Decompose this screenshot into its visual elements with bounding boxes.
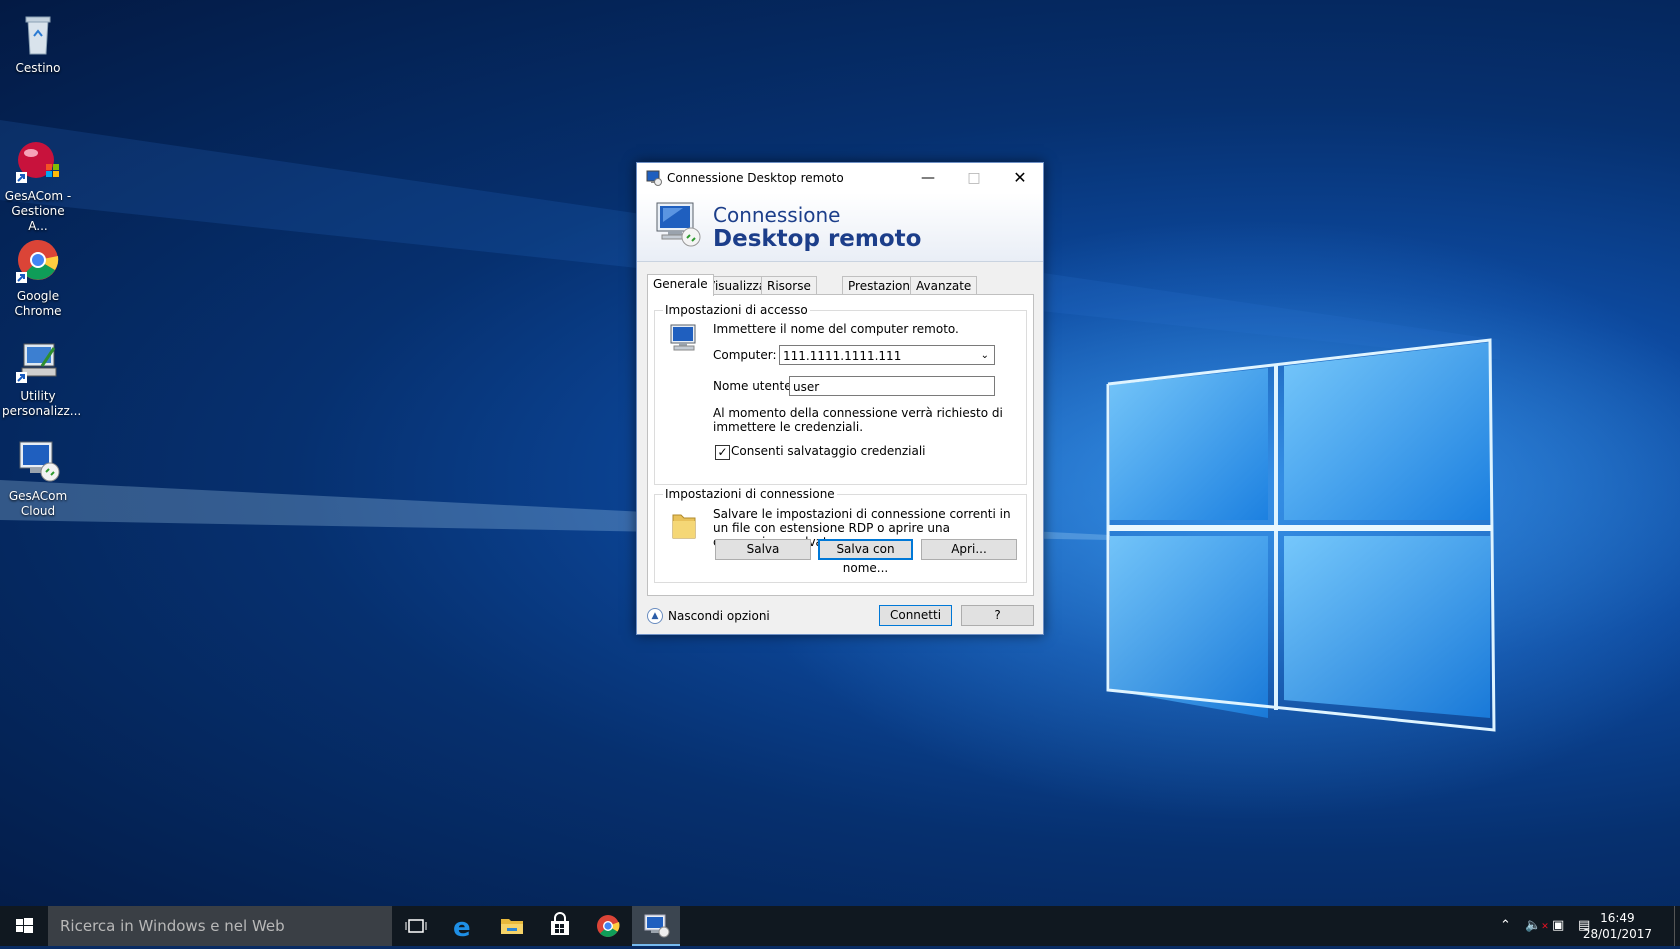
taskbar-search-box[interactable]: Ricerca in Windows e nel Web xyxy=(48,906,392,946)
taskbar-file-explorer[interactable] xyxy=(488,906,536,946)
connect-button[interactable]: Connetti xyxy=(879,605,952,626)
taskbar-edge[interactable]: e xyxy=(440,906,488,946)
hide-options-link[interactable]: Nascondi opzioni xyxy=(668,609,770,623)
volume-muted-icon[interactable]: 🔈✕ xyxy=(1525,918,1549,933)
computer-label: Computer: xyxy=(713,348,777,362)
tab-generale[interactable]: Generale xyxy=(647,274,714,296)
desktop: Cestino GesACom - Gestione A... Google C… xyxy=(0,0,1680,906)
title-bar[interactable]: Connessione Desktop remoto — □ ✕ xyxy=(637,163,1043,193)
taskbar-chrome[interactable] xyxy=(584,906,632,946)
task-view-button[interactable] xyxy=(392,906,440,946)
remote-desktop-icon xyxy=(14,423,62,482)
gesacom-app-icon xyxy=(14,123,62,183)
taskbar-clock[interactable]: 16:49 28/01/2017 xyxy=(1583,910,1652,942)
banner-title-line1: Connessione xyxy=(713,203,841,227)
tab-prestazioni[interactable]: Prestazioni xyxy=(842,276,920,295)
connection-settings-group: Impostazioni di connessione Salvare le i… xyxy=(654,487,1027,583)
show-desktop-button[interactable] xyxy=(1674,906,1680,946)
taskbar-remote-desktop[interactable] xyxy=(632,906,680,946)
help-button[interactable]: ? xyxy=(961,605,1034,626)
save-credentials-label[interactable]: Consenti salvataggio credenziali xyxy=(731,444,926,458)
desktop-icon-label: Cestino xyxy=(15,61,61,75)
access-settings-legend: Impostazioni di accesso xyxy=(663,303,810,317)
utility-icon xyxy=(14,323,62,383)
folder-icon xyxy=(671,509,697,544)
save-button[interactable]: Salva xyxy=(715,539,811,560)
save-credentials-checkbox[interactable]: ✓ xyxy=(715,445,730,460)
connection-settings-legend: Impostazioni di connessione xyxy=(663,487,837,501)
desktop-icon-label: GesACom Cloud xyxy=(8,489,68,518)
file-explorer-icon xyxy=(501,919,523,934)
remote-desktop-dialog: Connessione Desktop remoto — □ ✕ Conness… xyxy=(636,162,1044,635)
desktop-icon-gesacom-cloud[interactable]: GesACom Cloud xyxy=(2,404,74,534)
windows-start-icon xyxy=(16,918,33,933)
remote-desktop-large-icon xyxy=(653,201,703,254)
task-view-icon xyxy=(405,919,427,933)
chrome-icon xyxy=(597,915,620,937)
clock-date: 28/01/2017 xyxy=(1582,927,1652,941)
taskbar: Ricerca in Windows e nel Web e ⌃ 🔈✕ ▣ ▤ … xyxy=(0,906,1680,946)
banner-title-line2: Desktop remoto xyxy=(713,226,922,252)
close-button[interactable]: ✕ xyxy=(997,163,1043,193)
banner: Connessione Desktop remoto xyxy=(637,193,1043,262)
save-as-button[interactable]: Salva con nome... xyxy=(818,539,913,575)
network-icon[interactable]: ▣ xyxy=(1552,918,1564,933)
chevron-up-icon[interactable]: ⌃ xyxy=(1500,918,1511,933)
computer-value: 111.1111.1111.111 xyxy=(783,349,902,363)
access-settings-group: Impostazioni di accesso Immettere il nom… xyxy=(654,303,1027,485)
svg-text:e: e xyxy=(453,913,471,943)
store-icon xyxy=(551,912,569,935)
window-title: Connessione Desktop remoto xyxy=(667,171,844,185)
maximize-button: □ xyxy=(967,170,981,186)
username-field[interactable]: user xyxy=(789,376,995,396)
chevron-down-icon[interactable]: ⌄ xyxy=(981,346,989,366)
open-button[interactable]: Apri... xyxy=(921,539,1017,560)
recycle-bin-icon xyxy=(14,10,62,58)
chevron-up-icon[interactable]: ▲ xyxy=(647,608,663,624)
tab-avanzate[interactable]: Avanzate xyxy=(910,276,978,295)
clock-time: 16:49 xyxy=(1600,911,1635,925)
desktop-icon-recycle-bin[interactable]: Cestino xyxy=(2,6,74,76)
computer-combobox[interactable]: 111.1111.1111.111 ⌄ xyxy=(779,345,995,365)
username-label: Nome utente: xyxy=(713,379,796,393)
computer-icon xyxy=(669,323,701,356)
taskbar-store[interactable] xyxy=(536,906,584,946)
tab-panel-generale: Impostazioni di accesso Immettere il nom… xyxy=(647,294,1034,596)
start-button[interactable] xyxy=(0,906,48,946)
minimize-button[interactable]: — xyxy=(905,163,951,193)
credentials-note: Al momento della connessione verrà richi… xyxy=(713,406,1003,434)
tab-risorse-locali[interactable]: Risorse locali xyxy=(761,276,817,311)
remote-desktop-icon xyxy=(644,914,670,938)
edge-icon: e xyxy=(453,913,471,943)
remote-desktop-icon xyxy=(646,170,662,189)
chrome-icon xyxy=(14,223,62,283)
access-intro-text: Immettere il nome del computer remoto. xyxy=(713,322,959,336)
